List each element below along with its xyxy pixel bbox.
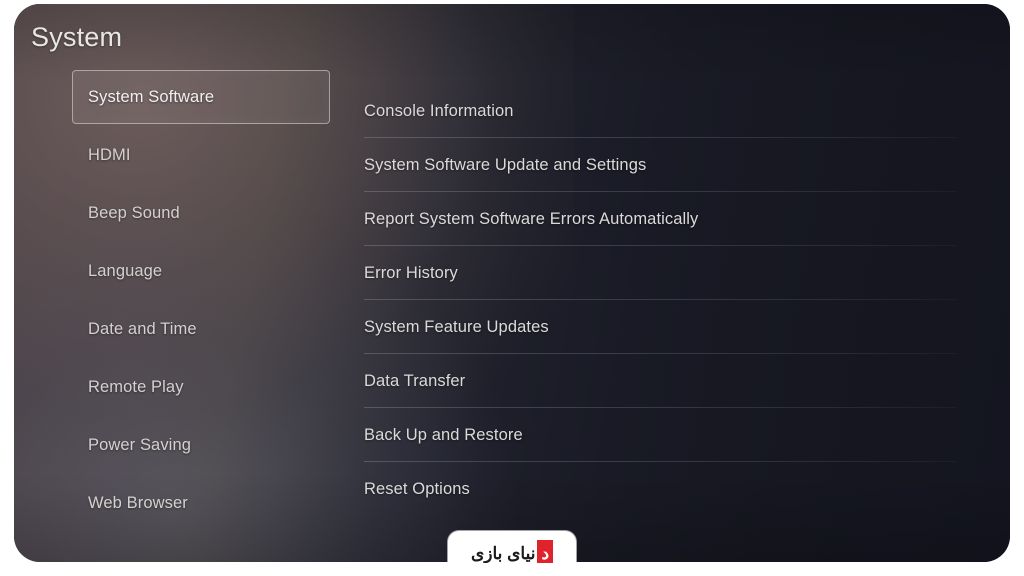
sidebar-item-label: Beep Sound (88, 203, 180, 222)
settings-option-list: Console Information System Software Upda… (364, 84, 956, 516)
sidebar-item-language[interactable]: Language (58, 242, 338, 300)
sidebar-item-label: System Software (88, 87, 215, 106)
sidebar-item-hdmi[interactable]: HDMI (58, 126, 338, 184)
console-settings-panel: System System Software HDMI Beep Sound L… (14, 4, 1010, 562)
watermark-text: نیای بازی (470, 544, 536, 563)
list-item-label: System Feature Updates (364, 317, 549, 336)
frame-bottom-mask (0, 563, 1024, 576)
list-item-console-information[interactable]: Console Information (364, 84, 956, 138)
sidebar-item-label: Date and Time (88, 319, 197, 338)
list-item-system-feature-updates[interactable]: System Feature Updates (364, 300, 956, 354)
list-item-reset-options[interactable]: Reset Options (364, 462, 956, 516)
list-item-label: Console Information (364, 101, 514, 120)
list-item-label: Error History (364, 263, 458, 282)
list-item-label: Back Up and Restore (364, 425, 523, 444)
sidebar-item-label: Remote Play (88, 377, 184, 396)
list-item-label: System Software Update and Settings (364, 155, 647, 174)
sidebar-item-label: Language (88, 261, 163, 280)
sidebar-item-label: HDMI (88, 145, 131, 164)
list-item-system-software-update-and-settings[interactable]: System Software Update and Settings (364, 138, 956, 192)
list-item-back-up-and-restore[interactable]: Back Up and Restore (364, 408, 956, 462)
list-item-error-history[interactable]: Error History (364, 246, 956, 300)
sidebar-item-beep-sound[interactable]: Beep Sound (58, 184, 338, 242)
sidebar-item-label: Power Saving (88, 435, 192, 454)
list-item-label: Data Transfer (364, 371, 466, 390)
sidebar-item-remote-play[interactable]: Remote Play (58, 358, 338, 416)
list-item-report-system-software-errors-automatically[interactable]: Report System Software Errors Automatica… (364, 192, 956, 246)
settings-sidebar: System Software HDMI Beep Sound Language… (58, 68, 338, 532)
list-item-label: Report System Software Errors Automatica… (364, 209, 699, 228)
sidebar-item-label: Web Browser (88, 493, 188, 512)
sidebar-item-web-browser[interactable]: Web Browser (58, 474, 338, 532)
page-title: System (31, 22, 123, 52)
sidebar-item-date-and-time[interactable]: Date and Time (58, 300, 338, 358)
sidebar-item-system-software[interactable]: System Software (58, 68, 338, 126)
screenshot-root: System System Software HDMI Beep Sound L… (0, 0, 1024, 576)
list-item-label: Reset Options (364, 479, 470, 498)
sidebar-item-power-saving[interactable]: Power Saving (58, 416, 338, 474)
list-item-data-transfer[interactable]: Data Transfer (364, 354, 956, 408)
